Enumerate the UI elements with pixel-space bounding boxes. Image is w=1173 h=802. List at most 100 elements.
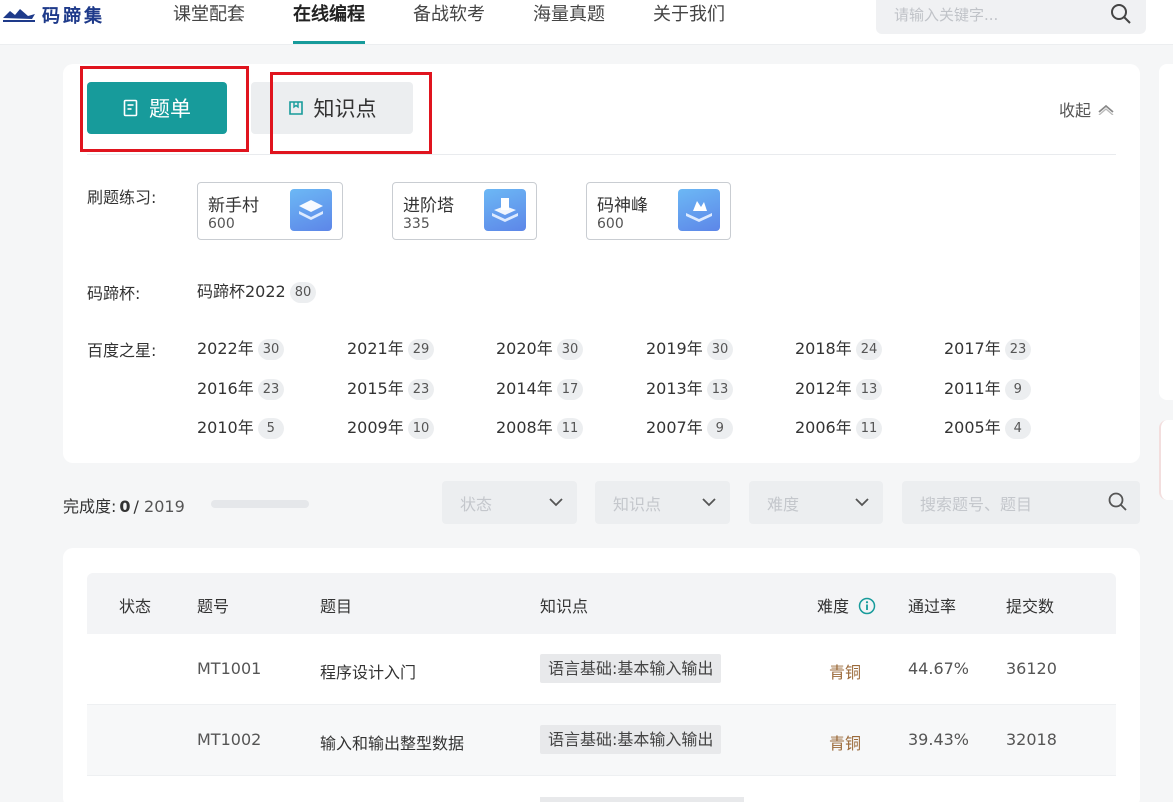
- year-label: 2007年: [646, 418, 703, 437]
- year-label: 2017年: [944, 339, 1001, 358]
- collapse-button[interactable]: 收起: [1059, 97, 1115, 121]
- problem-search-input[interactable]: 搜索题号、题目: [902, 481, 1140, 524]
- year-item[interactable]: 2017年 23: [944, 335, 1032, 360]
- progress-total: 2019: [144, 497, 185, 516]
- problem-title-link[interactable]: 程序设计入门: [320, 659, 416, 683]
- progress-bar: [211, 500, 309, 508]
- status-filter-select[interactable]: 状态: [442, 481, 577, 524]
- problem-search-placeholder: 搜索题号、题目: [920, 495, 1033, 514]
- count-badge: 13: [855, 379, 883, 400]
- year-item[interactable]: 2020年 30: [496, 335, 584, 360]
- column-header-title[interactable]: 题目: [320, 593, 352, 617]
- problem-list-tab-label: 题单: [149, 97, 191, 121]
- year-item[interactable]: 2009年 10: [347, 414, 435, 439]
- info-icon[interactable]: [858, 597, 876, 615]
- knowledge-filter-select[interactable]: 知识点: [595, 481, 730, 524]
- year-label: 2015年: [347, 379, 404, 398]
- knowledge-filter-placeholder: 知识点: [613, 495, 662, 514]
- year-item[interactable]: 2005年 4: [944, 414, 1031, 439]
- peak-icon: [678, 189, 720, 231]
- year-item[interactable]: 2013年 13: [646, 375, 734, 400]
- year-item[interactable]: 2015年 23: [347, 375, 435, 400]
- tower-icon: [484, 189, 526, 231]
- cup-item-name: 码蹄杯2022: [197, 282, 286, 301]
- year-label: 2016年: [197, 379, 254, 398]
- book-icon: [288, 101, 303, 115]
- year-item[interactable]: 2022年 30: [197, 335, 285, 360]
- practice-card-master[interactable]: 码神峰 600: [586, 182, 731, 240]
- nav-item-online-coding[interactable]: 在线编程: [293, 0, 365, 45]
- practice-card-count: 335: [403, 216, 430, 232]
- count-badge: 10: [407, 418, 435, 439]
- search-icon[interactable]: [1108, 492, 1128, 512]
- knowledge-tab-label: 知识点: [313, 97, 377, 121]
- column-header-pass-rate[interactable]: 通过率: [908, 593, 956, 617]
- problem-id: MT1001: [197, 659, 262, 678]
- progress-done: 0: [119, 497, 131, 516]
- cup-item-2022[interactable]: 码蹄杯2022 80: [197, 278, 317, 303]
- problem-list-tab[interactable]: 题单: [87, 82, 227, 134]
- chevron-down-icon: [549, 498, 563, 507]
- knowledge-tab[interactable]: 知识点: [251, 82, 413, 134]
- year-label: 2018年: [795, 339, 852, 358]
- problem-id: MT1002: [197, 730, 262, 749]
- table-row[interactable]: MT1001 程序设计入门 语言基础:基本输入输出 青铜 44.67% 3612…: [87, 634, 1116, 705]
- logo-mark-icon: [3, 9, 35, 22]
- knowledge-tag[interactable]: 语言基础:基本输入输出: [540, 725, 722, 754]
- side-panel-edge: [1159, 64, 1173, 400]
- year-item[interactable]: 2010年 5: [197, 414, 284, 439]
- year-item[interactable]: 2021年 29: [347, 335, 435, 360]
- difficulty-filter-select[interactable]: 难度: [749, 481, 883, 524]
- cup-label: 码蹄杯:: [87, 284, 141, 303]
- year-label: 2005年: [944, 418, 1001, 437]
- layers-icon: [290, 189, 332, 231]
- panel-divider: [87, 154, 1116, 155]
- practice-card-beginner[interactable]: 新手村 600: [197, 182, 343, 240]
- column-header-difficulty[interactable]: 难度: [817, 593, 876, 617]
- problem-list-icon: [123, 99, 138, 117]
- column-header-status[interactable]: 状态: [119, 593, 151, 617]
- knowledge-tag-partial: [540, 797, 744, 802]
- search-icon[interactable]: [1110, 3, 1132, 25]
- year-item[interactable]: 2008年 11: [496, 414, 584, 439]
- practice-card-advanced[interactable]: 进阶塔 335: [392, 182, 537, 240]
- count-badge: 30: [257, 339, 285, 360]
- count-badge: 30: [556, 339, 584, 360]
- year-label: 2019年: [646, 339, 703, 358]
- status-filter-placeholder: 状态: [460, 495, 493, 514]
- table-row[interactable]: MT1002 输入和输出整型数据 语言基础:基本输入输出 青铜 39.43% 3…: [87, 705, 1116, 776]
- column-header-submissions[interactable]: 提交数: [1006, 593, 1054, 617]
- year-item[interactable]: 2006年 11: [795, 414, 883, 439]
- year-item[interactable]: 2012年 13: [795, 375, 883, 400]
- year-label: 2013年: [646, 379, 703, 398]
- nav-item-real-questions[interactable]: 海量真题: [533, 0, 605, 45]
- year-item[interactable]: 2014年 17: [496, 375, 584, 400]
- submissions-value: 32018: [1006, 730, 1057, 749]
- year-item[interactable]: 2011年 9: [944, 375, 1031, 400]
- logo-text: 码蹄集: [42, 6, 105, 27]
- difficulty-value: 青铜: [829, 734, 862, 753]
- year-item[interactable]: 2016年 23: [197, 375, 285, 400]
- progress-text: 完成度: 0/ 2019: [63, 493, 185, 517]
- year-item[interactable]: 2007年 9: [646, 414, 733, 439]
- count-badge: 23: [1004, 339, 1032, 360]
- year-label: 2010年: [197, 418, 254, 437]
- nav-item-about[interactable]: 关于我们: [653, 0, 725, 45]
- practice-card-name: 码神峰: [597, 196, 648, 216]
- year-label: 2022年: [197, 339, 254, 358]
- nav-item-exam-prep[interactable]: 备战软考: [413, 0, 485, 45]
- practice-label: 刷题练习:: [87, 188, 157, 207]
- top-search-input[interactable]: 请输入关键字...: [876, 0, 1146, 34]
- chevron-down-icon: [855, 498, 869, 507]
- progress-separator: /: [133, 497, 139, 516]
- year-item[interactable]: 2019年 30: [646, 335, 734, 360]
- nav-item-classroom[interactable]: 课堂配套: [173, 0, 245, 45]
- site-logo[interactable]: 码蹄集: [2, 4, 105, 27]
- year-item[interactable]: 2018年 24: [795, 335, 883, 360]
- column-header-knowledge[interactable]: 知识点: [540, 593, 588, 617]
- problem-title-link[interactable]: 输入和输出整型数据: [320, 730, 464, 754]
- count-badge: 9: [706, 418, 733, 439]
- column-header-id[interactable]: 题号: [197, 593, 229, 617]
- chevron-up-icon: [1098, 104, 1114, 115]
- knowledge-tag[interactable]: 语言基础:基本输入输出: [540, 654, 722, 683]
